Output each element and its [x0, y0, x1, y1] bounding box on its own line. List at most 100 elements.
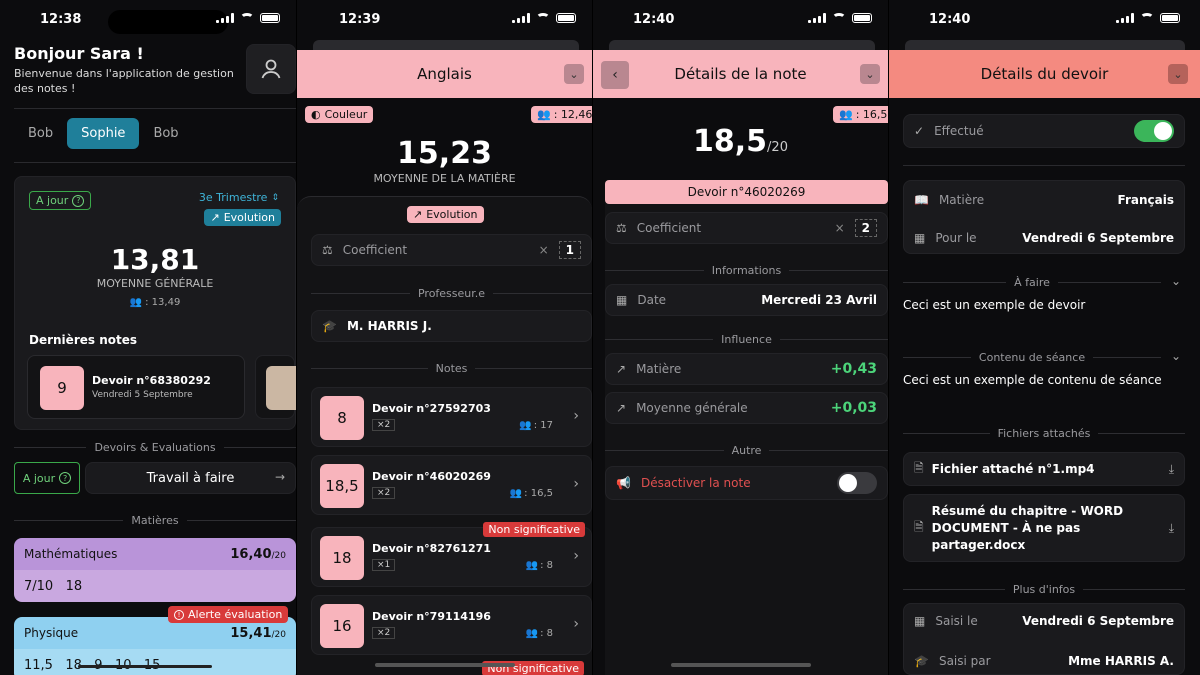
done-toggle[interactable]	[1134, 120, 1174, 142]
note-item[interactable]: 8 Devoir n°27592703 ×2 👥: 17 ›	[311, 387, 592, 447]
dynamic-island	[108, 10, 228, 34]
attachment-name: Fichier attaché n°1.mp4	[931, 462, 1095, 476]
other-section-label: Autre	[605, 444, 888, 457]
child-tabs: Bob Sophie Bob	[14, 118, 193, 149]
last-grade-value: 9	[40, 366, 84, 410]
note-item[interactable]: 16 Devoir n°79114196 ×2 👥: 8 ›	[311, 595, 592, 655]
status-time: 12:40	[929, 12, 971, 27]
subject-header: Anglais ⌄	[297, 50, 592, 98]
note-title: Devoir n°79114196	[372, 610, 491, 623]
welcome-text: Bienvenue dans l'application de gestion …	[14, 67, 234, 95]
file-icon: 🗎	[914, 519, 924, 534]
evolution-button[interactable]: ↗ Evolution	[204, 209, 281, 226]
home-indicator	[78, 665, 212, 668]
coefficient-value[interactable]: 2	[854, 219, 877, 237]
file-icon: 🗎	[914, 460, 924, 475]
wifi-icon	[536, 13, 550, 23]
battery-icon	[852, 13, 872, 23]
due-date-label: Pour le	[935, 231, 977, 245]
next-grade-card[interactable]	[255, 355, 296, 419]
chevron-down-icon: ⌄	[569, 67, 579, 81]
subject-influence-label: Matière	[636, 362, 682, 376]
more-info-card: ▦ Saisi le Vendredi 6 Septembre 🎓 Saisi …	[903, 603, 1185, 675]
evolution-button[interactable]: ↗ Evolution	[407, 206, 484, 223]
close-sheet-button[interactable]: ⌄	[564, 64, 584, 84]
color-button[interactable]: ◐ Couleur	[305, 106, 374, 123]
subject-card-maths[interactable]: Mathématiques 16,40/20 7/10 18	[14, 538, 296, 602]
average-card: A jour ? 3e Trimestre ⇕ ↗ Evolution 13,8…	[14, 176, 296, 430]
home-screen: 12:38 Bonjour Sara ! Bienvenue dans l'ap…	[0, 0, 296, 675]
note-item[interactable]: Non significative 18 Devoir n°82761271 ×…	[311, 522, 592, 587]
note-class-avg: 👥: 8	[525, 628, 553, 639]
trend-icon: ↗	[616, 362, 627, 376]
subject-average: 15,41/20	[230, 625, 286, 641]
wifi-icon	[240, 13, 254, 23]
trimester-select[interactable]: 3e Trimestre ⇕	[199, 191, 279, 204]
last-grades-title: Dernières notes	[29, 333, 137, 347]
evaluation-alert-label: Alerte évaluation	[188, 608, 283, 621]
done-label: Effectué	[934, 124, 984, 138]
homework-title-bar: Devoir n°46020269	[605, 180, 888, 204]
date-label: Date	[637, 293, 667, 307]
subject-average: 15,23	[397, 136, 492, 171]
status-icons	[216, 13, 280, 23]
coefficient-label: Coefficient	[342, 243, 408, 257]
homework-header: Détails du devoir ⌄	[889, 50, 1200, 98]
profile-button[interactable]	[246, 44, 296, 94]
signal-icon	[512, 13, 530, 23]
users-icon: 👥	[129, 297, 143, 308]
tab-child-2[interactable]: Sophie	[67, 118, 140, 149]
entered-date-label: Saisi le	[935, 614, 978, 628]
date-row: ▦ Date Mercredi 23 Avril	[605, 284, 888, 316]
subjects-section-label: Matières	[14, 514, 296, 527]
graduation-cap-icon: 🎓	[914, 654, 929, 668]
chevron-down-icon[interactable]: ⌄	[1171, 274, 1181, 288]
trend-icon: ↗	[616, 401, 627, 415]
weight-icon: ⚖	[616, 221, 627, 235]
close-sheet-button[interactable]: ⌄	[1168, 64, 1188, 84]
note-class-avg: 👥: 16,5	[509, 488, 553, 499]
content-text: Ceci est un exemple de contenu de séance	[903, 373, 1162, 387]
tab-child-1[interactable]: Bob	[14, 118, 67, 149]
subject-title: Anglais	[417, 65, 472, 83]
chevron-updown-icon: ⇕	[271, 192, 279, 203]
signal-icon	[1116, 13, 1134, 23]
class-average: 👥: 13,49	[15, 297, 295, 308]
status-icons	[808, 13, 872, 23]
attachment-item[interactable]: 🗎 Résumé du chapitre - WORD DOCUMENT - À…	[903, 494, 1185, 562]
alert-icon: !	[174, 609, 184, 620]
help-icon: ?	[72, 194, 85, 207]
trend-icon: ↗	[413, 208, 423, 221]
homework-button[interactable]: Travail à faire →	[85, 462, 296, 494]
home-indicator	[670, 663, 811, 667]
note-item[interactable]: 18,5 Devoir n°46020269 ×2 👥: 16,5 ›	[311, 455, 592, 515]
disable-grade-row: 📢 Désactiver la note	[605, 466, 888, 500]
non-significant-badge: Non significative	[483, 522, 585, 537]
notes-section-label: Notes	[311, 362, 592, 375]
tab-child-3[interactable]: Bob	[139, 118, 192, 149]
status-time: 12:38	[40, 12, 82, 27]
download-icon[interactable]: ⤓	[1169, 462, 1174, 477]
coefficient-row: ⚖ Coefficient × 2	[605, 212, 888, 244]
chevron-right-icon: ›	[573, 476, 579, 492]
disable-grade-toggle[interactable]	[837, 472, 877, 494]
last-grade-card[interactable]: 9 Devoir n°68380292 Vendredi 5 Septembre	[27, 355, 245, 419]
close-sheet-button[interactable]: ⌄	[860, 64, 880, 84]
entered-date-row: ▦ Saisi le Vendredi 6 Septembre	[914, 610, 1174, 632]
note-value: 16	[320, 604, 364, 648]
files-section-label: Fichiers attachés	[903, 427, 1185, 440]
entered-date-value: Vendredi 6 Septembre	[1022, 614, 1174, 628]
grade-header: ‹ Détails de la note ⌄	[593, 50, 888, 98]
chevron-down-icon: ⌄	[865, 67, 875, 81]
general-influence-label: Moyenne générale	[636, 401, 748, 415]
subject-grades: 7/10 18	[14, 570, 296, 602]
calendar-icon: ▦	[914, 231, 926, 245]
info-section-label: Informations	[605, 264, 888, 277]
attachment-item[interactable]: 🗎 Fichier attaché n°1.mp4 ⤓	[903, 452, 1185, 486]
note-title: Devoir n°27592703	[372, 402, 491, 415]
download-icon[interactable]: ⤓	[1169, 521, 1174, 536]
chevron-down-icon[interactable]: ⌄	[1171, 349, 1181, 363]
back-button[interactable]: ‹	[601, 61, 629, 89]
coefficient-value[interactable]: 1	[558, 241, 581, 259]
last-grade-title: Devoir n°68380292	[92, 374, 211, 387]
